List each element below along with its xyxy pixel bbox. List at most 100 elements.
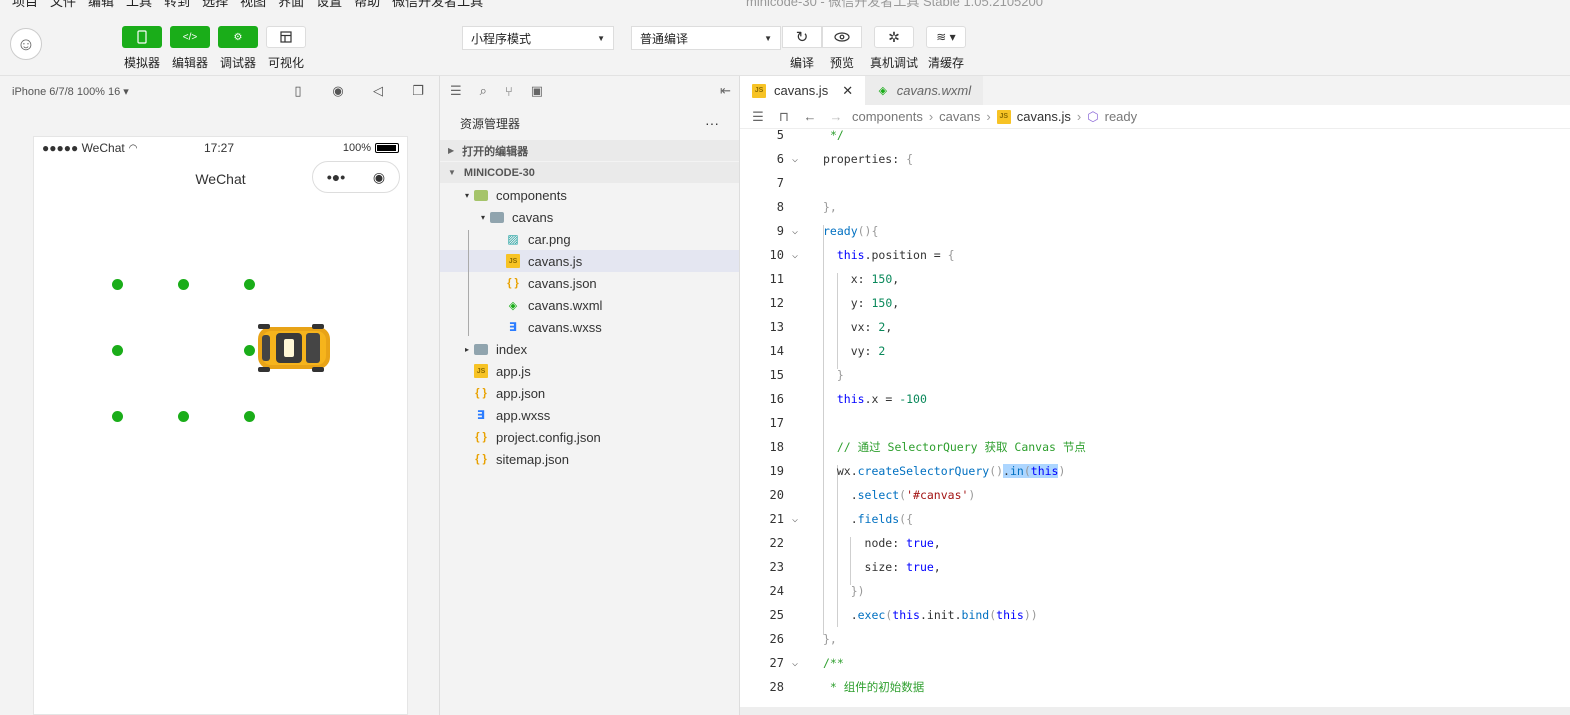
window-icon[interactable]: ❐ [409, 83, 427, 99]
tree-item-components[interactable]: ▾ components [440, 184, 739, 206]
mobile-icon[interactable]: ▯ [289, 83, 307, 99]
preview-button[interactable] [822, 26, 862, 48]
tab-cavans-js[interactable]: JS cavans.js ✕ [740, 76, 866, 105]
line-number: 12 [769, 296, 784, 310]
code-line[interactable]: 21 ⌵ .fields({ [740, 507, 1570, 531]
code-line[interactable]: 23 size: true, [740, 555, 1570, 579]
tree-item-cavans-js[interactable]: JS cavans.js [440, 250, 739, 272]
volume-icon[interactable]: ◁ [369, 83, 387, 99]
source-control-icon[interactable]: ⑂ [505, 84, 513, 99]
editor-toggle-button[interactable]: </> [170, 26, 210, 48]
code-line[interactable]: 19 wx.createSelectorQuery().in(this) [740, 459, 1570, 483]
visual-toggle-button[interactable] [266, 26, 306, 48]
line-number: 21 [769, 512, 784, 526]
open-editors-section[interactable]: ▶ 打开的编辑器 [440, 140, 739, 162]
code-line[interactable]: 27 ⌵ /** [740, 651, 1570, 675]
code-line[interactable]: 16 this.x = -100 [740, 387, 1570, 411]
refresh-icon: ↻ [795, 29, 809, 46]
tab-cavans-wxml[interactable]: ◈ cavans.wxml [865, 76, 984, 105]
fold-chevron-icon[interactable]: ⌵ [792, 658, 798, 669]
line-number: 10 [769, 248, 784, 262]
simulator-header: iPhone 6/7/8 100% 16 ▾ ▯ ◉ ◁ ❐ [0, 76, 439, 106]
close-icon[interactable]: ✕ [842, 83, 853, 99]
code-line[interactable]: 9 ⌵ ready(){ [740, 219, 1570, 243]
code-line[interactable]: 22 node: true, [740, 531, 1570, 555]
wxml-file-icon: ◈ [508, 299, 518, 312]
code-line[interactable]: 10 ⌵ this.position = { [740, 243, 1570, 267]
breadcrumb-item[interactable]: components [852, 109, 923, 124]
tree-item-label: project.config.json [496, 429, 601, 445]
tree-item-app-wxss[interactable]: ∃ app.wxss [440, 404, 739, 426]
code-line[interactable]: 14 vy: 2 [740, 339, 1570, 363]
code-line[interactable]: 26}, [740, 627, 1570, 651]
code-line[interactable]: 28 * 组件的初始数据 [740, 675, 1570, 699]
tree-item-cavans-wxml[interactable]: ◈ cavans.wxml [440, 294, 739, 316]
code-text: /** [823, 656, 844, 670]
toolbar: ☺ 模拟器 </> 编辑器 ⚙ 调试器 可视化 小程序模式 ▼ 普通编译 ▼ ↻… [0, 8, 1570, 76]
debugger-toggle-button[interactable]: ⚙ [218, 26, 258, 48]
list-icon[interactable]: ☰ [450, 83, 462, 99]
breadcrumb-item[interactable]: cavans.js [1017, 109, 1071, 124]
code-text: .exec(this.init.bind(this)) [823, 608, 1038, 622]
code-line[interactable]: 15 } [740, 363, 1570, 387]
preview-label: 预览 [829, 56, 854, 70]
canvas-dot [244, 411, 255, 422]
record-icon[interactable]: ◉ [329, 83, 347, 99]
breadcrumb-item[interactable]: cavans [939, 109, 980, 124]
simulator-toggle-button[interactable] [122, 26, 162, 48]
line-number: 22 [769, 536, 784, 550]
compile-select[interactable]: 普通编译 ▼ [631, 26, 781, 50]
phone-screen[interactable]: ●●●●● WeChat ◠ 17:27 100% WeChat •●• ◉ [33, 136, 408, 715]
code-line[interactable]: 24 }) [740, 579, 1570, 603]
js-file-icon: JS [996, 109, 1011, 124]
tree-item-cavans-json[interactable]: { } cavans.json [440, 272, 739, 294]
breadcrumb-item[interactable]: ready [1105, 109, 1138, 124]
fold-chevron-icon[interactable]: ⌵ [792, 226, 798, 237]
device-select[interactable]: iPhone 6/7/8 100% 16 ▾ [12, 85, 129, 98]
fold-chevron-icon[interactable]: ⌵ [792, 250, 798, 261]
code-line[interactable]: 17 [740, 411, 1570, 435]
project-section[interactable]: ▼ MINICODE-30 [440, 162, 739, 184]
status-time: 17:27 [204, 141, 235, 155]
clear-cache-button[interactable]: ≋ ▾ [926, 26, 966, 48]
collapse-panel-icon[interactable]: ⇤ [720, 83, 731, 99]
code-area[interactable]: 5 */ 6 ⌵ properties: {7 8}, 9 ⌵ ready(){10 ⌵ thi… [740, 128, 1570, 715]
code-line[interactable]: 11 x: 150, [740, 267, 1570, 291]
capsule-menu[interactable]: •●• ◉ [312, 161, 400, 193]
code-line[interactable]: 12 y: 150, [740, 291, 1570, 315]
close-target-icon[interactable]: ◉ [373, 169, 385, 186]
code-text: // 通过 SelectorQuery 获取 Canvas 节点 [836, 440, 1086, 454]
code-line[interactable]: 6 ⌵ properties: { [740, 147, 1570, 171]
compile-button[interactable]: ↻ [782, 26, 822, 48]
tree-item-cavans-wxss[interactable]: ∃ cavans.wxss [440, 316, 739, 338]
tree-item-car-png[interactable]: ▨ car.png [440, 228, 739, 250]
code-line[interactable]: 13 vx: 2, [740, 315, 1570, 339]
tree-item-project-config-json[interactable]: { } project.config.json [440, 426, 739, 448]
avatar[interactable]: ☺ [10, 28, 42, 60]
code-line[interactable]: 25 .exec(this.init.bind(this)) [740, 603, 1570, 627]
tree-item-cavans[interactable]: ▾ cavans [440, 206, 739, 228]
tree-item-app-js[interactable]: JS app.js [440, 360, 739, 382]
tree-item-index[interactable]: ▸ index [440, 338, 739, 360]
back-arrow-icon[interactable]: ← [800, 109, 820, 124]
tree-item-app-json[interactable]: { } app.json [440, 382, 739, 404]
remote-debug-button[interactable]: ✲ [874, 26, 914, 48]
code-line[interactable]: 18 // 通过 SelectorQuery 获取 Canvas 节点 [740, 435, 1570, 459]
folder-file-icon [474, 189, 488, 201]
code-line[interactable]: 5 */ [740, 123, 1570, 147]
code-line[interactable]: 8}, [740, 195, 1570, 219]
extensions-icon[interactable]: ▣ [531, 83, 543, 99]
line-number: 23 [769, 560, 784, 574]
tree-item-sitemap-json[interactable]: { } sitemap.json [440, 448, 739, 470]
forward-arrow-icon[interactable]: → [826, 109, 846, 124]
fold-chevron-icon[interactable]: ⌵ [792, 154, 798, 165]
code-line[interactable]: 7 [740, 171, 1570, 195]
search-icon[interactable]: ⌕ [480, 83, 487, 99]
horizontal-scrollbar[interactable] [740, 707, 1570, 715]
more-actions-icon[interactable]: ··· [705, 115, 719, 131]
folder-file-icon [474, 343, 488, 355]
code-line[interactable]: 20 .select('#canvas') [740, 483, 1570, 507]
fold-chevron-icon[interactable]: ⌵ [792, 514, 798, 525]
more-icon[interactable]: •●• [327, 169, 345, 185]
mode-select[interactable]: 小程序模式 ▼ [462, 26, 614, 50]
